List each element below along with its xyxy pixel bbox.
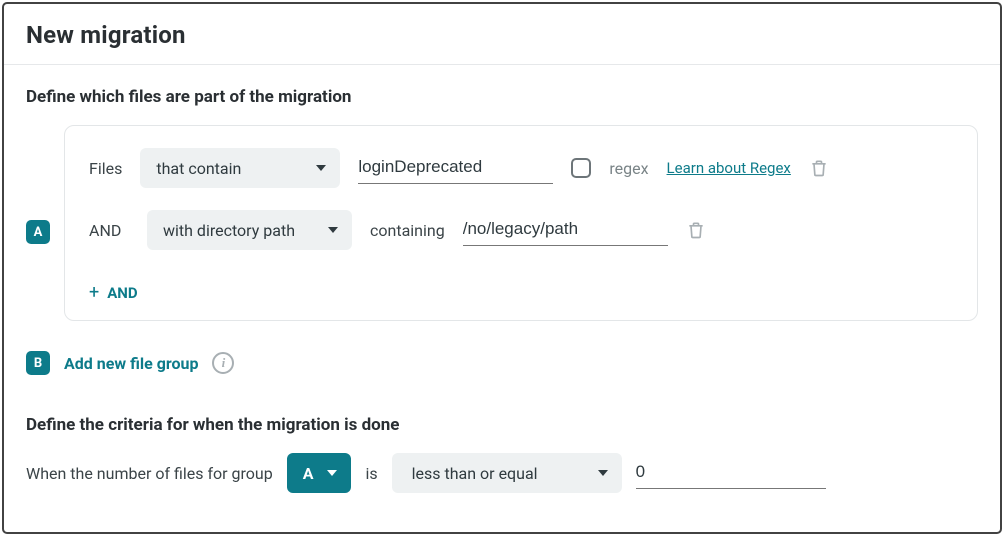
rule-prefix-label: Files — [89, 159, 122, 178]
criteria-operator-value: less than or equal — [412, 464, 538, 483]
group-badge-a: A — [26, 220, 50, 244]
plus-icon: + — [89, 284, 99, 302]
add-file-group-button[interactable]: Add new file group — [64, 354, 198, 373]
pattern-input[interactable] — [358, 153, 553, 184]
section-criteria: Define the criteria for when the migrati… — [26, 415, 978, 493]
file-group-row: A Files that contain regex Learn about R… — [26, 125, 978, 321]
section-criteria-title: Define the criteria for when the migrati… — [26, 415, 978, 435]
trash-icon — [686, 219, 706, 241]
rule-row: Files that contain regex Learn about Reg… — [89, 148, 953, 188]
path-input[interactable] — [463, 215, 668, 246]
trash-icon — [809, 157, 829, 179]
file-group-card: Files that contain regex Learn about Reg… — [64, 125, 978, 321]
delete-rule-button[interactable] — [686, 219, 706, 241]
criteria-group-value: A — [303, 464, 314, 483]
add-file-group-row: B Add new file group i — [26, 351, 978, 375]
match-type-value: that contain — [156, 159, 241, 178]
page-body: Define which files are part of the migra… — [4, 65, 1000, 493]
delete-rule-button[interactable] — [809, 157, 829, 179]
regex-checkbox[interactable] — [571, 158, 591, 178]
match-type-value: with directory path — [163, 221, 295, 240]
info-icon[interactable]: i — [212, 352, 234, 374]
page-header: New migration — [4, 4, 1000, 65]
add-and-label: AND — [107, 284, 137, 302]
criteria-row: When the number of files for group A is … — [26, 453, 978, 493]
match-type-dropdown[interactable]: that contain — [140, 148, 340, 188]
match-type-dropdown[interactable]: with directory path — [147, 210, 352, 250]
group-badge-b: B — [26, 351, 50, 375]
learn-regex-link[interactable]: Learn about Regex — [667, 159, 791, 177]
section-define-files-title: Define which files are part of the migra… — [26, 87, 978, 107]
criteria-is-label: is — [365, 464, 377, 483]
app-frame: New migration Define which files are par… — [2, 2, 1002, 534]
rule-row: AND with directory path containing — [89, 210, 953, 250]
criteria-value-input[interactable] — [636, 458, 826, 489]
containing-label: containing — [370, 221, 445, 240]
criteria-operator-dropdown[interactable]: less than or equal — [392, 453, 622, 493]
add-and-button[interactable]: + AND — [89, 278, 138, 302]
criteria-prefix: When the number of files for group — [26, 464, 273, 483]
rule-prefix-label: AND — [89, 221, 129, 240]
page-title: New migration — [26, 21, 978, 49]
regex-label: regex — [609, 159, 648, 178]
criteria-group-dropdown[interactable]: A — [287, 453, 352, 493]
